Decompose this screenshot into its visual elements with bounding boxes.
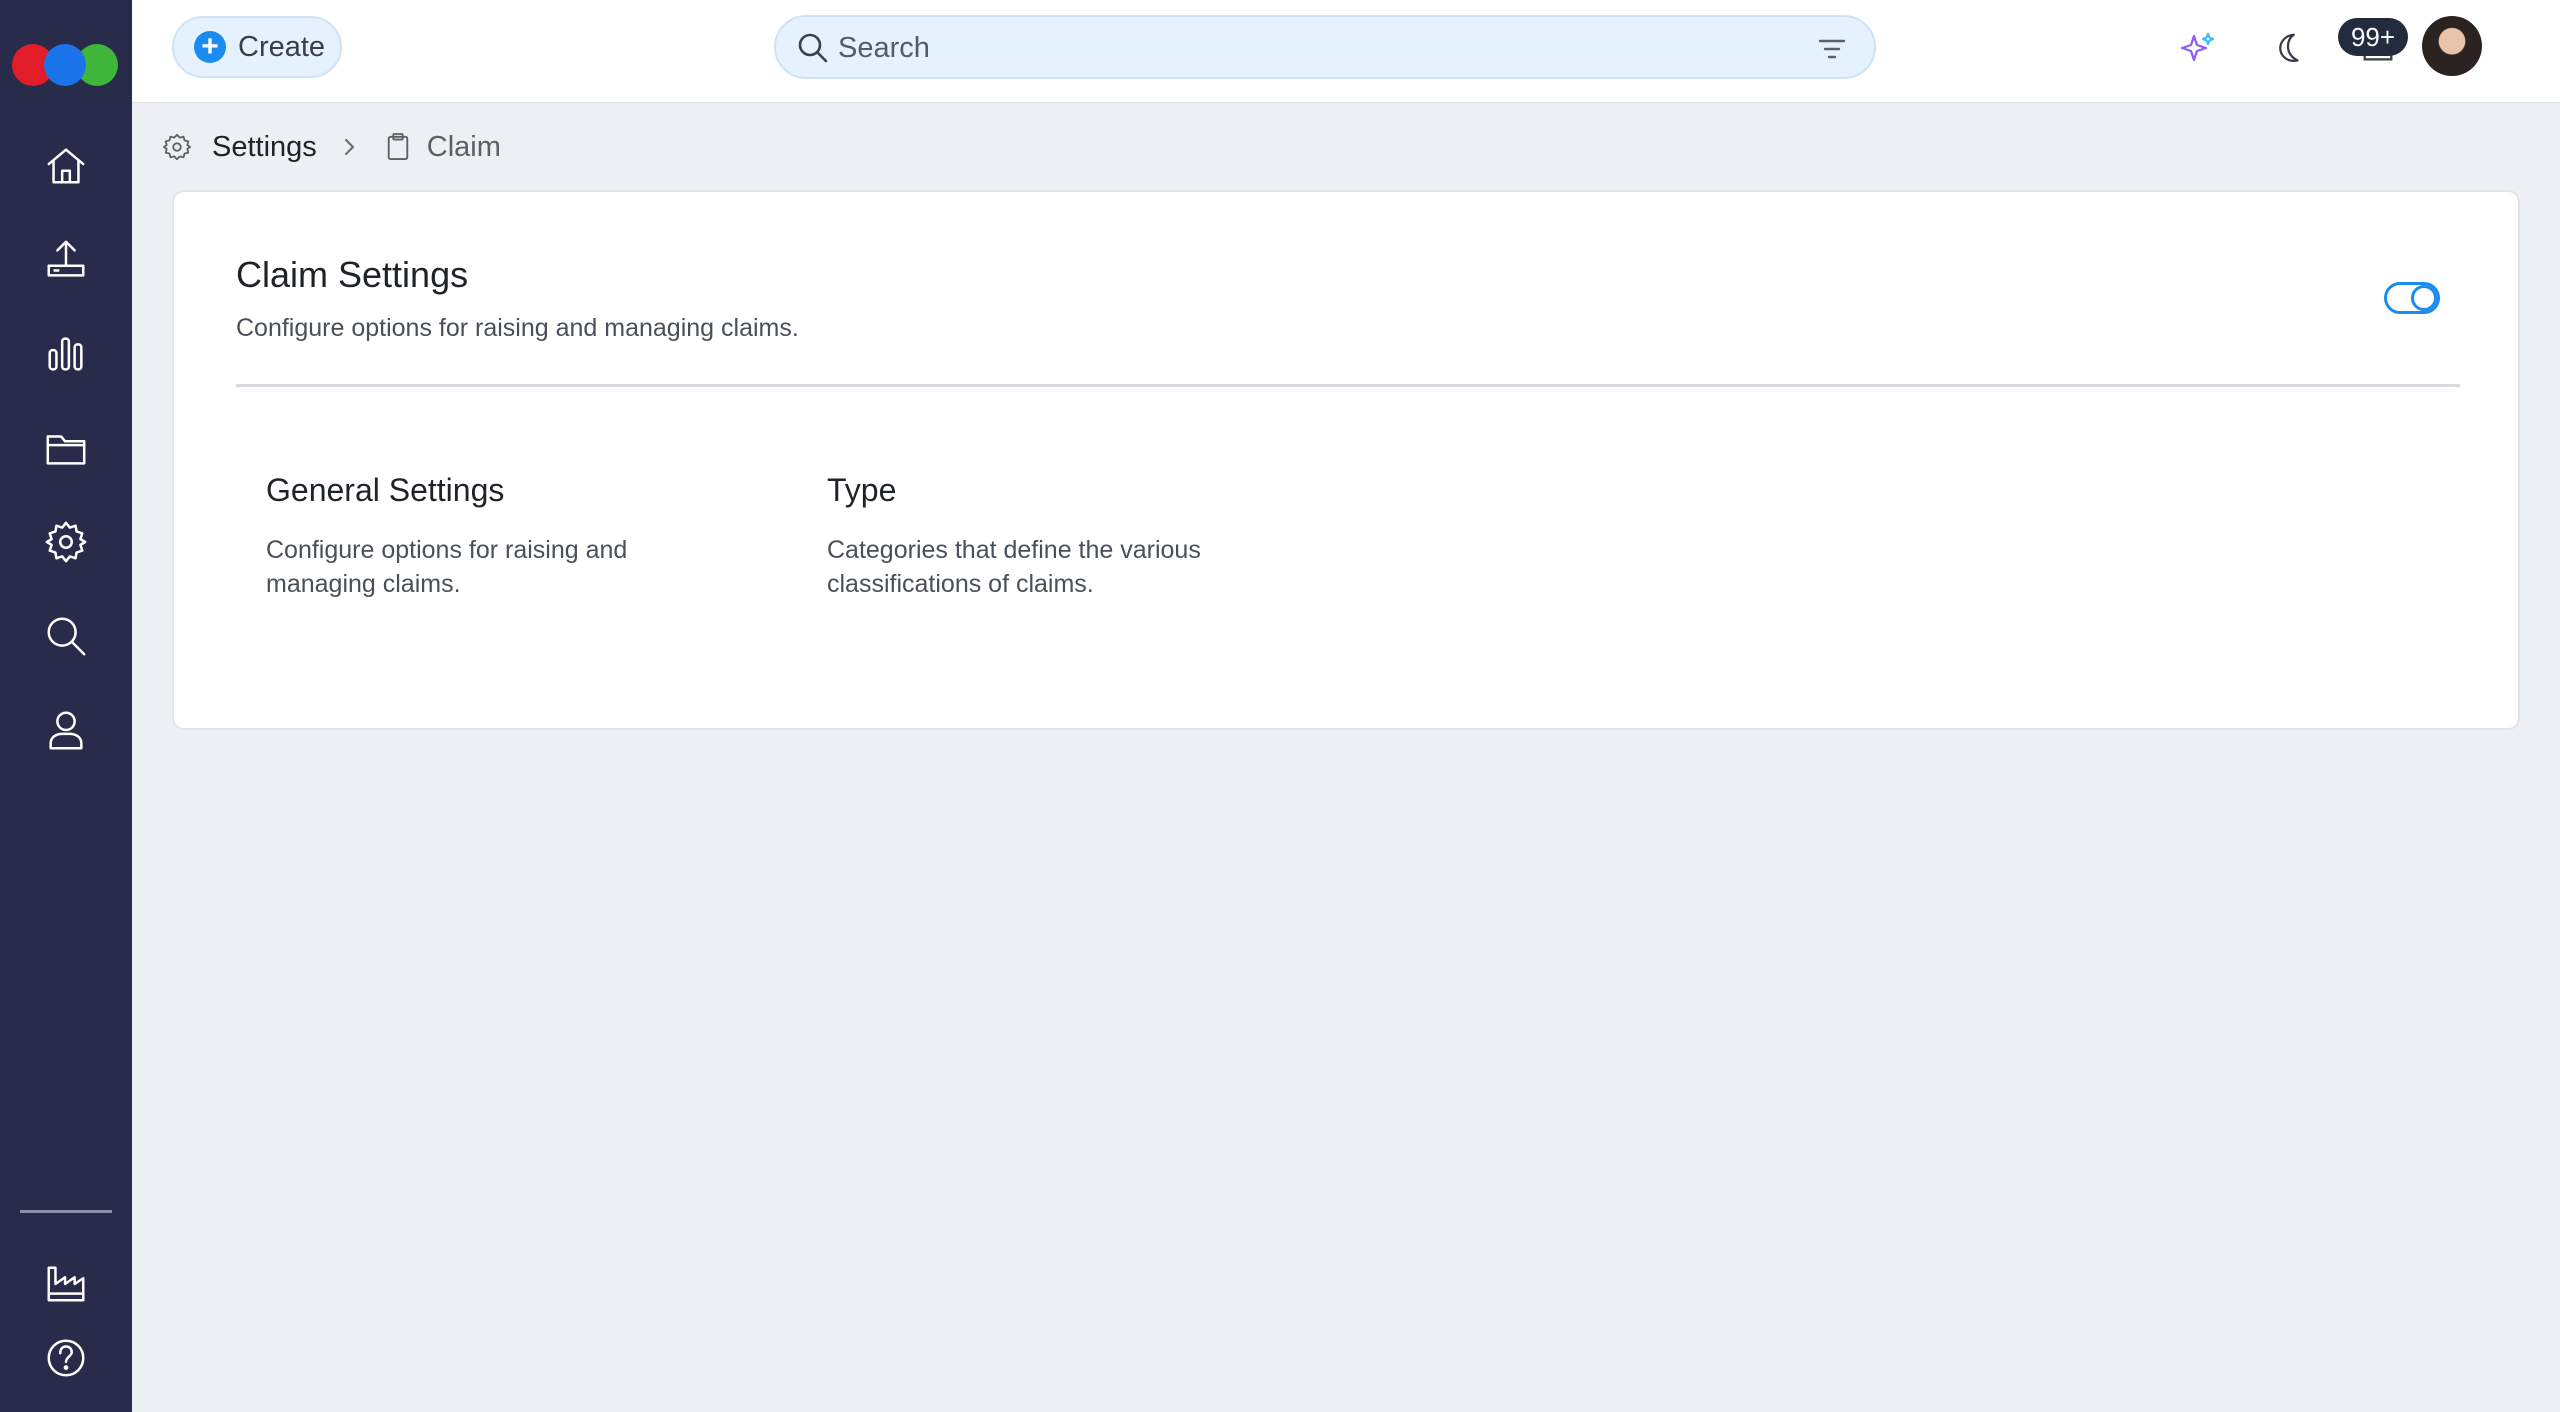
upload-icon [47, 240, 85, 277]
notification-badge: 99+ [2338, 18, 2408, 56]
top-bar: + Create 99+ [132, 0, 2560, 103]
clipboard-icon [387, 133, 409, 160]
sidebar-item-upload[interactable] [26, 220, 106, 300]
search-icon [798, 33, 828, 63]
create-button[interactable]: + Create [172, 16, 342, 78]
folder-icon [46, 435, 86, 465]
sidebar-item-factory[interactable] [26, 1244, 106, 1324]
breadcrumb-settings[interactable]: Settings [212, 131, 317, 164]
sidebar-item-reports[interactable] [26, 314, 106, 394]
sidebar-item-settings[interactable] [26, 502, 106, 582]
breadcrumb: Settings Claim [162, 124, 501, 170]
page-description: Configure options for raising and managi… [236, 314, 799, 342]
bar-chart-icon [48, 337, 83, 371]
factory-icon [47, 1266, 85, 1302]
tile-description: Configure options for raising and managi… [266, 533, 706, 601]
tile-description-line: Configure options for raising and [266, 536, 628, 564]
help-icon [47, 1339, 85, 1377]
ai-assistant-button[interactable] [2172, 22, 2224, 74]
sidebar-item-search[interactable] [26, 596, 106, 676]
tile-description: Categories that define the various class… [827, 533, 1267, 601]
sidebar-item-files[interactable] [26, 408, 106, 488]
claim-settings-toggle[interactable] [2384, 282, 2440, 314]
page-title: Claim Settings [236, 254, 469, 295]
tile-title: General Settings [266, 472, 505, 508]
tile-description-line: Categories that define the various [827, 536, 1201, 564]
create-button-label: Create [238, 30, 326, 63]
search-icon [47, 617, 86, 656]
claim-settings-card: Claim Settings Configure options for rai… [172, 190, 2520, 730]
sparkle-icon [2180, 32, 2215, 62]
sidebar [0, 0, 132, 1412]
sidebar-item-help[interactable] [26, 1318, 106, 1398]
gear-icon [162, 133, 192, 161]
general-settings-tile[interactable]: General Settings Configure options for r… [266, 472, 706, 601]
app-logo[interactable] [12, 44, 118, 86]
dark-mode-toggle[interactable] [2262, 22, 2314, 74]
sidebar-divider [20, 1210, 112, 1213]
sidebar-item-profile[interactable] [26, 690, 106, 770]
card-divider [236, 384, 2460, 387]
tile-description-line: managing claims. [266, 570, 461, 598]
home-icon [47, 148, 85, 184]
avatar[interactable] [2422, 16, 2482, 76]
moon-icon [2279, 33, 2299, 62]
toggle-knob [2411, 285, 2437, 311]
tile-title: Type [827, 472, 897, 508]
search-input[interactable] [836, 25, 1800, 71]
breadcrumb-claim: Claim [426, 130, 501, 163]
tile-description-line: classifications of claims. [827, 570, 1094, 598]
filter-icon[interactable] [1816, 33, 1848, 65]
plus-icon: + [194, 31, 226, 63]
type-tile[interactable]: Type Categories that define the various … [827, 472, 1267, 601]
gear-icon [45, 521, 87, 563]
user-icon [49, 711, 83, 750]
sidebar-item-home[interactable] [26, 126, 106, 206]
search-bar [774, 15, 1876, 79]
chevron-right-icon [344, 138, 354, 156]
